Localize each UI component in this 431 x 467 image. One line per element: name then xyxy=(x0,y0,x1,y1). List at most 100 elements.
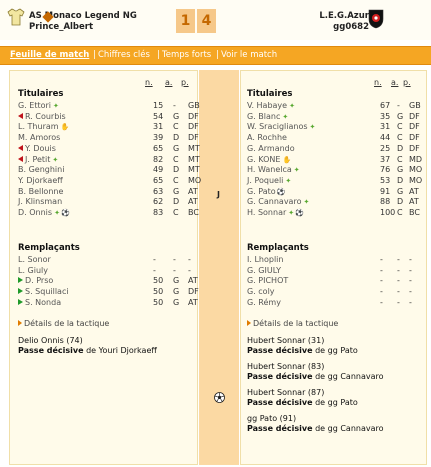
stat-n: - xyxy=(153,255,156,264)
stat-p: MT xyxy=(188,143,200,153)
stat-a: - xyxy=(173,265,176,275)
player-row: I. Lhoplin - - - xyxy=(247,255,422,265)
player-name[interactable]: L. Giuly xyxy=(18,266,48,276)
stat-p: DF xyxy=(409,111,420,121)
player-row: J. Poqueli ✦ 53 D MO xyxy=(247,176,422,186)
stat-n: - xyxy=(380,287,383,297)
player-name[interactable]: G. Armando xyxy=(247,144,295,154)
stat-a: G xyxy=(397,165,404,175)
player-name[interactable]: W. Sraciglianos ✦ xyxy=(247,122,315,132)
tab-chiffres-cles[interactable]: Chiffres clés xyxy=(98,50,150,60)
player-name[interactable]: J. Klinsman xyxy=(18,197,62,207)
tab-feuille-de-match[interactable]: Feuille de match xyxy=(10,50,89,60)
assist-player: de gg Pato xyxy=(312,346,358,355)
stat-p: AT xyxy=(188,197,198,207)
away-lineup-panel: n. a. p. Titulaires V. Habaye ✦ 67- GB G. Bl… xyxy=(240,70,427,465)
stat-a: - xyxy=(397,276,400,286)
player-name[interactable]: Y. Djorkaeff xyxy=(18,176,63,186)
stat-a: G xyxy=(173,143,180,153)
stat-p: - xyxy=(188,255,191,264)
player-name[interactable]: G. PICHOT xyxy=(247,276,288,286)
player-name[interactable]: G. Cannavaro ✦ xyxy=(247,197,309,207)
stat-n: 53 xyxy=(380,175,391,185)
player-name[interactable]: J. Petit ✦ xyxy=(18,155,58,165)
stat-p: DF xyxy=(409,133,420,143)
player-name-text: S. Squillaci xyxy=(25,287,69,297)
away-team-name[interactable]: L.E.G.Azur xyxy=(319,11,369,22)
player-row: G. Rémy - - - xyxy=(247,298,422,308)
star-icon: ✦ xyxy=(53,102,59,110)
player-name-text: L. Thuram xyxy=(18,122,59,132)
player-name[interactable]: L. Thuram ✋ xyxy=(18,122,69,132)
player-name[interactable]: G. GIULY xyxy=(247,266,281,276)
away-manager-name[interactable]: gg0682 xyxy=(319,22,369,33)
player-name[interactable]: M. Amoros xyxy=(18,133,60,143)
assist-label: Passe décisive xyxy=(18,346,84,355)
player-name[interactable]: D. Onnis ✦⚽ xyxy=(18,208,70,218)
player-name-text: H. Sonnar xyxy=(247,208,287,217)
tab-temps-forts[interactable]: Temps forts xyxy=(162,50,211,60)
stat-p: DF xyxy=(188,122,199,132)
player-name[interactable]: B. Bellonne xyxy=(18,187,63,197)
stat-a: - xyxy=(173,101,176,110)
player-name[interactable]: S. Squillaci xyxy=(18,287,69,297)
player-name[interactable]: R. Courbis xyxy=(18,112,66,122)
stat-n: - xyxy=(380,276,383,286)
match-header: AS Monaco Legend NG Prince_Albert 1 4 L.… xyxy=(0,0,431,40)
home-tactics-link[interactable]: Détails de la tactique xyxy=(18,319,109,328)
stat-n: 67 xyxy=(380,101,391,110)
player-name[interactable]: V. Habaye ✦ xyxy=(247,101,295,111)
player-name[interactable]: G. Pato⚽ xyxy=(247,187,285,197)
goal-scorer: Hubert Sonnar (83) xyxy=(247,362,325,371)
player-name[interactable]: H. Sonnar ✦⚽ xyxy=(247,208,304,218)
stat-n: 25 xyxy=(380,143,391,153)
player-name[interactable]: D. Prso xyxy=(18,276,53,286)
stat-n: - xyxy=(380,297,383,307)
stat-n: 37 xyxy=(380,154,391,164)
player-name[interactable]: H. Wanelca ✦ xyxy=(247,165,300,175)
stat-a: G xyxy=(173,297,180,307)
stat-a: C xyxy=(173,175,179,185)
player-name[interactable]: I. Lhoplin xyxy=(247,255,283,265)
tab-bar: Feuille de match | Chiffres clés | Temps… xyxy=(0,46,431,65)
player-name[interactable]: G. KONE ✋ xyxy=(247,155,291,165)
player-name-text: G. Cannavaro xyxy=(247,197,302,207)
player-name-text: G. Blanc xyxy=(247,111,281,121)
player-name[interactable]: A. Rochhe xyxy=(247,133,287,143)
stat-n: 54 xyxy=(153,111,164,121)
stat-n: 83 xyxy=(153,208,164,217)
player-name[interactable]: Y. Douis xyxy=(18,144,56,154)
player-name-text: D. Prso xyxy=(25,276,54,286)
player-name[interactable]: G. Rémy xyxy=(247,298,281,308)
stat-n: 49 xyxy=(153,165,164,175)
player-row: M. Amoros 39 D DF xyxy=(18,133,199,143)
away-tactics-link[interactable]: Détails de la tactique xyxy=(247,319,338,328)
player-name[interactable]: L. Sonor xyxy=(18,255,51,265)
assist-player: de gg Pato xyxy=(312,398,358,407)
stat-p: MO xyxy=(409,165,423,175)
player-name[interactable]: G. Ettori ✦ xyxy=(18,101,59,111)
player-name[interactable]: G. Blanc ✦ xyxy=(247,112,288,122)
player-name-text: G. Ettori xyxy=(18,101,52,110)
tab-voir-le-match[interactable]: Voir le match xyxy=(221,50,277,60)
player-name[interactable]: G. coly xyxy=(247,287,275,297)
home-manager-name[interactable]: Prince_Albert xyxy=(29,22,137,33)
away-club-badge-icon xyxy=(368,9,384,29)
goal-ball-icon: ⚽ xyxy=(60,209,70,217)
column-header-n: n. xyxy=(374,78,382,87)
player-name[interactable]: B. Genghini xyxy=(18,165,64,175)
middle-strip: J xyxy=(199,70,239,465)
stat-n: 50 xyxy=(153,276,164,286)
stat-p: MT xyxy=(188,165,200,175)
stat-n: 31 xyxy=(153,122,164,132)
player-name-text: D. Onnis xyxy=(18,208,53,217)
stat-p: - xyxy=(409,265,412,275)
arrow-right-icon xyxy=(18,320,22,326)
stat-n: 82 xyxy=(153,154,164,164)
star-icon: ✦ xyxy=(285,176,292,185)
player-name[interactable]: S. Nonda xyxy=(18,298,61,308)
player-name[interactable]: J. Poqueli ✦ xyxy=(247,176,291,186)
player-row: G. Blanc ✦ 35 G DF xyxy=(247,112,422,122)
stat-p: AT xyxy=(188,276,198,286)
stat-p: GB xyxy=(409,101,421,110)
